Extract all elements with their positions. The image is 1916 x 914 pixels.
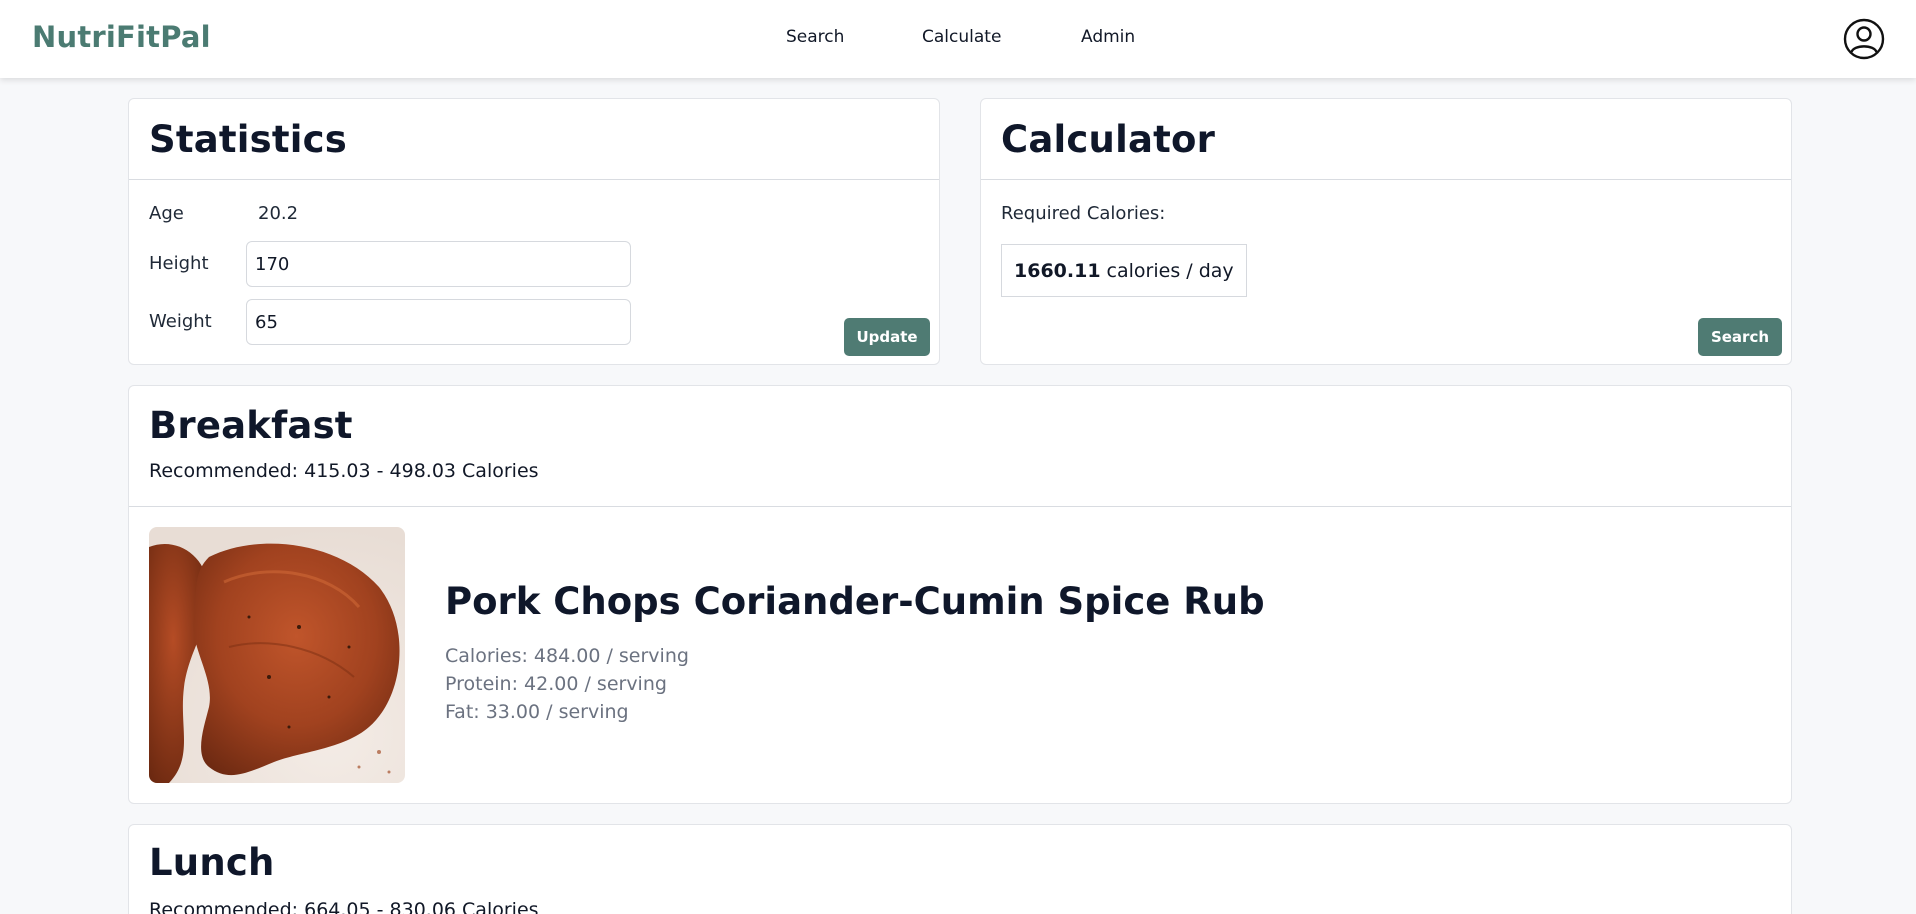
calories-value: 1660.11 [1014, 259, 1101, 282]
calculator-card: Calculator Required Calories: 1660.11 ca… [980, 98, 1792, 365]
food-protein: Protein: 42.00 / serving [445, 673, 667, 695]
food-image[interactable] [149, 527, 405, 783]
breakfast-card: Breakfast Recommended: 415.03 - 498.03 C… [128, 385, 1792, 804]
search-button[interactable]: Search [1698, 318, 1782, 356]
nav-link-search[interactable]: Search [786, 27, 844, 47]
breakfast-title: Breakfast [149, 404, 353, 447]
age-label: Age [149, 203, 184, 224]
height-label: Height [149, 253, 209, 274]
food-calories: Calories: 484.00 / serving [445, 645, 689, 667]
age-value: 20.2 [258, 203, 299, 224]
user-circle-icon[interactable] [1843, 18, 1885, 60]
card-divider [129, 506, 1791, 507]
calculator-title: Calculator [1001, 118, 1216, 161]
calories-unit: calories / day [1106, 259, 1234, 282]
statistics-card: Statistics Age 20.2 Height Weight Update [128, 98, 940, 365]
pork-chop-photo [149, 527, 405, 783]
required-calories-label: Required Calories: [1001, 203, 1166, 224]
lunch-recommended: Recommended: 664.05 - 830.06 Calories [149, 899, 539, 914]
brand-logo[interactable]: NutriFitPal [32, 20, 211, 54]
food-title[interactable]: Pork Chops Coriander-Cumin Spice Rub [445, 580, 1265, 623]
card-divider [981, 179, 1791, 180]
food-fat: Fat: 33.00 / serving [445, 701, 629, 723]
lunch-card: Lunch Recommended: 664.05 - 830.06 Calor… [128, 824, 1792, 914]
card-divider [129, 179, 939, 180]
update-button[interactable]: Update [844, 318, 930, 356]
nav-link-calculate[interactable]: Calculate [922, 27, 1001, 47]
statistics-title: Statistics [149, 118, 348, 161]
weight-input[interactable] [246, 299, 631, 345]
top-navbar: NutriFitPal Search Calculate Admin [0, 0, 1916, 78]
breakfast-recommended: Recommended: 415.03 - 498.03 Calories [149, 460, 539, 482]
height-input[interactable] [246, 241, 631, 287]
weight-label: Weight [149, 311, 212, 332]
lunch-title: Lunch [149, 841, 275, 884]
calories-result: 1660.11 calories / day [1001, 244, 1247, 297]
nav-link-admin[interactable]: Admin [1081, 27, 1135, 47]
